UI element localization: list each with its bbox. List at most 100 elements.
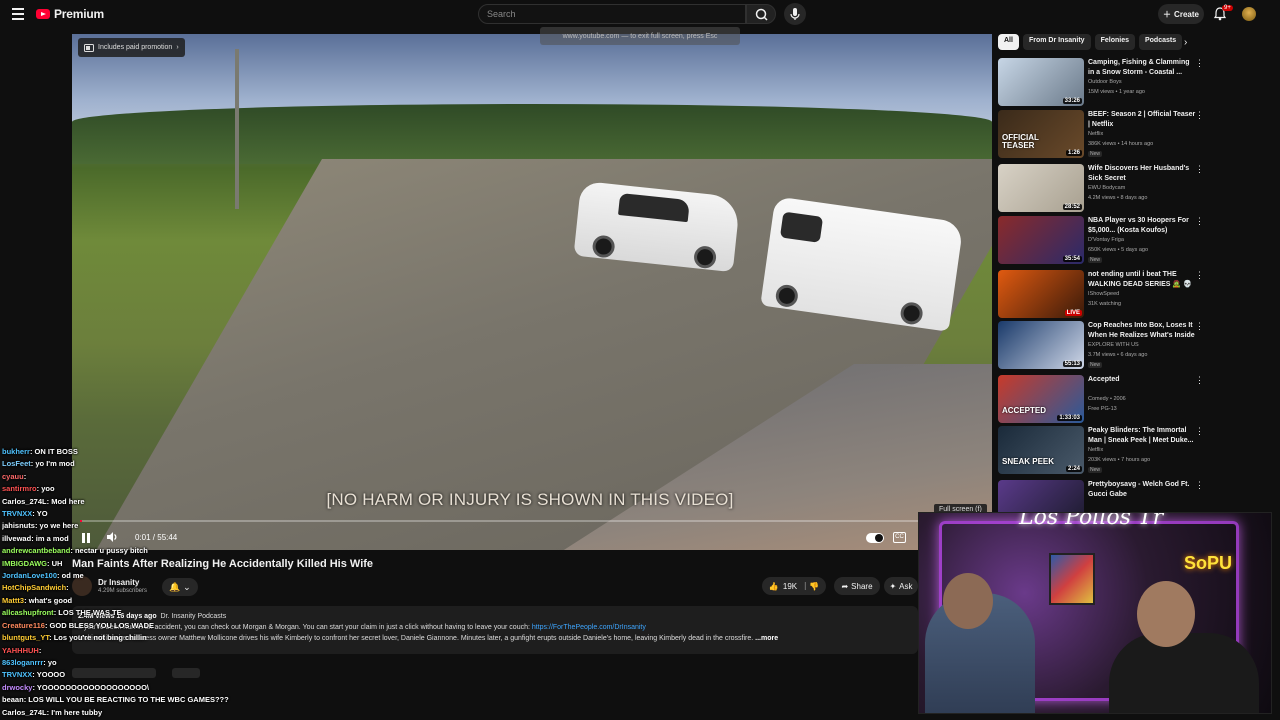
autoplay-toggle[interactable] — [866, 533, 884, 543]
chat-username[interactable]: andrewcantbeband — [2, 546, 70, 555]
more-options-icon[interactable]: ⋮ — [1195, 321, 1204, 332]
video-thumbnail[interactable]: 28:52 — [998, 164, 1084, 212]
chat-username[interactable]: TRVNXX — [2, 509, 32, 518]
chat-username[interactable]: beaan — [2, 695, 24, 704]
video-thumbnail[interactable]: LIVE — [998, 270, 1084, 318]
search-button[interactable] — [746, 4, 776, 24]
recommended-channel[interactable]: Comedy • 2006 — [1088, 396, 1126, 402]
recommended-video[interactable]: 28:52 Wife Discovers Her Husband's Sick S… — [998, 164, 1204, 214]
chat-username[interactable]: bluntguts_YT — [2, 633, 49, 642]
more-options-icon[interactable]: ⋮ — [1195, 375, 1204, 386]
description-link[interactable]: https://ForThePeople.com/DrInsanity — [532, 624, 646, 631]
video-thumbnail[interactable]: OFFICIAL TEASER 1:26 — [998, 110, 1084, 158]
recommended-video-title[interactable]: Cop Reaches Into Box, Loses It When He R… — [1088, 321, 1196, 341]
recommended-video-title[interactable]: NBA Player vs 30 Hoopers For $5,000... (… — [1088, 216, 1196, 236]
voice-search-button[interactable] — [784, 3, 806, 25]
search-input[interactable]: Search — [478, 4, 746, 24]
share-button[interactable]: ➦ Share — [834, 577, 880, 595]
chat-username[interactable]: Carlos_274L — [2, 708, 47, 717]
recommended-channel[interactable]: EWU Bodycam — [1088, 185, 1125, 191]
chat-username[interactable]: jahisnuts — [2, 521, 35, 530]
paid-promotion-label: Includes paid promotion — [98, 44, 173, 51]
account-avatar[interactable] — [1242, 7, 1256, 21]
chat-message: 863loganrrr: yo — [2, 657, 57, 667]
recommended-channel[interactable]: D'Vontay Friga — [1088, 237, 1124, 243]
more-options-icon[interactable]: ⋮ — [1195, 270, 1204, 281]
filter-chip[interactable]: Felonies — [1094, 34, 1135, 50]
more-options-icon[interactable]: ⋮ — [1195, 58, 1204, 69]
captions-button[interactable]: CC — [893, 532, 906, 543]
chat-username[interactable]: bukherr — [2, 447, 30, 456]
more-options-icon[interactable]: ⋮ — [1195, 164, 1204, 175]
ask-button[interactable]: ✦ Ask — [884, 577, 918, 595]
chat-username[interactable]: Mattt3 — [2, 596, 24, 605]
recommended-video-title[interactable]: Wife Discovers Her Husband's Sick Secret — [1088, 164, 1196, 184]
more-options-icon[interactable]: ⋮ — [1195, 426, 1204, 437]
create-button[interactable]: ＋ Create — [1158, 4, 1204, 24]
more-options-icon[interactable]: ⋮ — [1195, 480, 1204, 491]
recommended-video-title[interactable]: Prettyboysavg - Welch God Ft. Gucci Gabe — [1088, 480, 1196, 500]
new-badge: New — [1088, 467, 1103, 473]
chat-username[interactable]: santirmro — [2, 484, 37, 493]
wall-art — [1049, 553, 1095, 605]
recommended-video[interactable]: 35:54 NBA Player vs 30 Hoopers For $5,000… — [998, 216, 1204, 266]
chat-text: YOOOOOOOOOOOOOOOOOO\ — [36, 682, 149, 692]
video-thumbnail[interactable]: ACCEPTED 1:33:03 — [998, 375, 1084, 423]
recommended-video-title[interactable]: Camping, Fishing & Clamming in a Snow St… — [1088, 58, 1196, 78]
recommended-video[interactable]: ACCEPTED 1:33:03 Accepted Comedy • 2006 Free… — [998, 375, 1204, 425]
recommended-video[interactable]: 33:26 Camping, Fishing & Clamming in a Sn… — [998, 58, 1204, 108]
recommended-video[interactable]: LIVE not ending until i beat THE WALKING … — [998, 270, 1204, 320]
filter-chip[interactable]: All — [998, 34, 1019, 50]
recommended-video[interactable]: SNEAK PEEK 2:24 Peaky Blinders: The Immort… — [998, 426, 1204, 476]
menu-icon[interactable] — [12, 8, 24, 20]
new-badge: New — [1088, 362, 1103, 368]
youtube-app: Premium Search ＋ Create 9+ Includes paid… — [0, 0, 1280, 720]
chevron-right-icon[interactable]: › — [1184, 37, 1187, 48]
duration-badge: 2:24 — [1065, 466, 1082, 472]
chat-username[interactable]: LosFeet — [2, 459, 31, 468]
chat-username[interactable]: Carlos_274L — [2, 497, 47, 506]
chat-username[interactable]: TRVNXX — [2, 670, 32, 679]
youtube-premium-logo[interactable]: Premium — [36, 7, 104, 21]
recommended-meta: 203K views • 7 hours ago — [1088, 457, 1151, 463]
chat-username[interactable]: JordanLove100 — [2, 571, 57, 580]
video-thumbnail[interactable]: 33:26 — [998, 58, 1084, 106]
recommended-channel[interactable]: Netflix — [1088, 131, 1103, 137]
more-options-icon[interactable]: ⋮ — [1195, 110, 1204, 121]
chat-username[interactable]: YAHHHUH — [2, 646, 39, 655]
chat-username[interactable]: allcashupfront — [2, 608, 54, 617]
recommended-video-title[interactable]: Peaky Blinders: The Immortal Man | Sneak… — [1088, 426, 1196, 446]
chat-message: HotChipSandwich: — [2, 583, 69, 593]
chat-username[interactable]: 863loganrrr — [2, 658, 43, 667]
recommended-channel[interactable]: IShowSpeed — [1088, 291, 1119, 297]
chat-message: beaan: LOS WILL YOU BE REACTING TO THE W… — [2, 695, 229, 705]
chat-username[interactable]: cyauu — [2, 472, 24, 481]
recommended-channel[interactable]: Netflix — [1088, 447, 1103, 453]
recommended-video[interactable]: 55:13 Cop Reaches Into Box, Loses It When… — [998, 321, 1204, 371]
chat-username[interactable]: Creature116 — [2, 621, 45, 630]
video-thumbnail[interactable]: 55:13 — [998, 321, 1084, 369]
recommended-video[interactable]: OFFICIAL TEASER 1:26 BEEF: Season 2 | Offi… — [998, 110, 1204, 160]
like-button[interactable]: 👍 19K ｜👎 — [762, 577, 826, 595]
chat-username[interactable]: illvewad — [2, 534, 31, 543]
video-thumbnail[interactable]: SNEAK PEEK 2:24 — [998, 426, 1084, 474]
live-badge: LIVE — [1064, 310, 1082, 316]
more-options-icon[interactable]: ⋮ — [1195, 216, 1204, 227]
chat-message: TRVNXX: YO — [2, 509, 48, 519]
share-label: Share — [851, 581, 873, 591]
recommended-video-title[interactable]: not ending until i beat THE WALKING DEAD… — [1088, 270, 1196, 290]
chat-message: illvewad: im a mod — [2, 533, 69, 543]
chat-username[interactable]: IMBIGDAWG — [2, 559, 47, 568]
chat-username[interactable]: HotChipSandwich — [2, 583, 66, 592]
filter-chip[interactable]: From Dr Insanity — [1022, 34, 1091, 50]
video-thumbnail[interactable]: 35:54 — [998, 216, 1084, 264]
paid-promotion-badge[interactable]: Includes paid promotion › — [78, 38, 185, 57]
show-more-button[interactable]: ...more — [755, 635, 778, 642]
recommended-video-title[interactable]: Accepted — [1088, 375, 1196, 385]
chat-username[interactable]: drwocky — [2, 683, 32, 692]
recommended-channel[interactable]: Outdoor Boys — [1088, 79, 1122, 85]
thumbs-down-icon[interactable]: ｜👎 — [801, 581, 819, 592]
filter-chip[interactable]: Podcasts — [1138, 34, 1183, 50]
recommended-channel[interactable]: EXPLORE WITH US — [1088, 342, 1139, 348]
recommended-video-title[interactable]: BEEF: Season 2 | Official Teaser | Netfl… — [1088, 110, 1196, 130]
